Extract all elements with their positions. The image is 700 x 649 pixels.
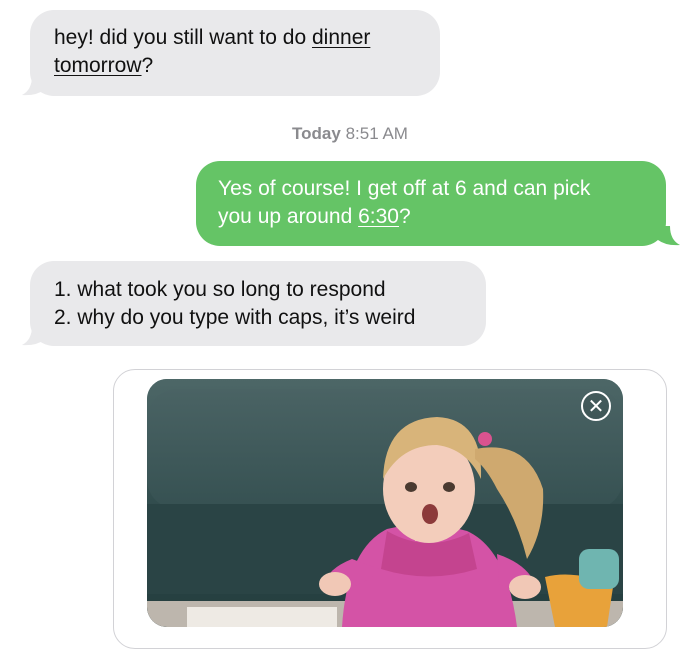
message-line: tomorrow? [54, 52, 440, 80]
message-line: hey! did you still want to do dinner [54, 24, 440, 52]
message-text: hey! did you still want to do [54, 26, 312, 49]
date-time-link[interactable]: tomorrow [54, 54, 142, 77]
gif-preview-icon [147, 379, 623, 627]
outgoing-message-bubble[interactable]: Yes of course! I get off at 6 and can pi… [196, 161, 666, 246]
gif-preview-image[interactable] [147, 379, 623, 627]
timestamp: Today 8:51 AM [0, 124, 700, 144]
time-link[interactable]: 6:30 [358, 205, 399, 228]
bubble-tail-icon [22, 326, 44, 346]
incoming-message-bubble[interactable]: hey! did you still want to do dinner tom… [30, 10, 440, 96]
message-line: 2. why do you type with caps, it’s weird [54, 306, 416, 329]
timestamp-time: 8:51 AM [345, 124, 408, 143]
incoming-message-bubble[interactable]: 1. what took you so long to respond 2. w… [30, 261, 486, 346]
message-line: you up around 6:30? [218, 203, 666, 231]
bubble-tail-icon [658, 226, 680, 246]
message-thread: hey! did you still want to do dinner tom… [0, 0, 700, 649]
bubble-tail-icon [22, 76, 44, 96]
date-time-link[interactable]: dinner [312, 26, 370, 49]
message-text: ? [398, 205, 411, 228]
timestamp-day: Today [292, 124, 341, 143]
message-text: ? [141, 54, 154, 77]
message-line: Yes of course! I get off at 6 and can pi… [218, 177, 591, 200]
message-line: 1. what took you so long to respond [54, 278, 386, 301]
close-circle-icon[interactable]: ✕ [581, 391, 611, 421]
message-text: you up around [218, 205, 359, 228]
